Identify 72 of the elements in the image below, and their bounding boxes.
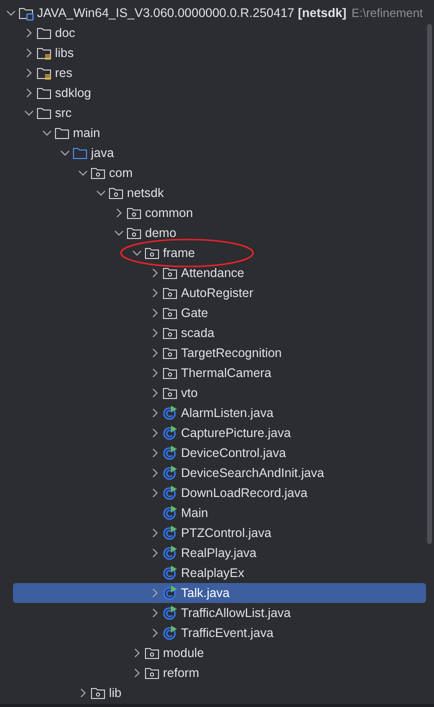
- tree-item[interactable]: JAVA_Win64_IS_V3.060.0000000.0.R.250417 [netsdk] E:\refinement: [0, 3, 434, 23]
- scrollbar[interactable]: [427, 24, 432, 544]
- class-icon: [162, 445, 178, 461]
- tree-item[interactable]: Talk.java: [13, 583, 426, 603]
- package-icon: [162, 265, 178, 281]
- package-icon: [162, 365, 178, 381]
- tree-item[interactable]: Main: [0, 503, 426, 523]
- tree-item[interactable]: module: [0, 643, 426, 663]
- package-icon: [126, 205, 142, 221]
- class-icon: [162, 565, 178, 581]
- tree-item[interactable]: RealPlay.java: [0, 543, 426, 563]
- package-icon: [162, 285, 178, 301]
- tree-item[interactable]: DeviceControl.java: [0, 443, 426, 463]
- tree-item[interactable]: AutoRegister: [0, 283, 426, 303]
- class-icon: [162, 525, 178, 541]
- class-icon: [162, 505, 178, 521]
- tree-item[interactable]: Gate: [0, 303, 426, 323]
- tree-item[interactable]: AlarmListen.java: [0, 403, 426, 423]
- package-icon: [162, 325, 178, 341]
- tree-item[interactable]: common: [0, 203, 426, 223]
- source-folder-icon: [72, 145, 88, 161]
- tree-item[interactable]: main: [0, 123, 426, 143]
- tree-item[interactable]: TrafficEvent.java: [0, 623, 426, 643]
- class-icon: [162, 405, 178, 421]
- package-icon: [126, 225, 142, 241]
- tree-item[interactable]: RealplayEx: [0, 563, 426, 583]
- package-icon: [144, 245, 160, 261]
- folder-icon: [54, 125, 70, 141]
- tree-item[interactable]: TrafficAllowList.java: [0, 603, 426, 623]
- path-label: E:\refinement: [351, 5, 423, 22]
- class-icon: [162, 585, 178, 601]
- class-icon: [162, 425, 178, 441]
- tree-item[interactable]: DeviceSearchAndInit.java: [0, 463, 426, 483]
- tree-item[interactable]: scada: [0, 323, 426, 343]
- tree-item[interactable]: doc: [0, 23, 426, 43]
- resource-folder-icon: [36, 65, 52, 81]
- class-icon: [162, 625, 178, 641]
- package-icon: [162, 305, 178, 321]
- package-icon: [162, 385, 178, 401]
- project-folder-icon: [18, 5, 34, 21]
- tree-item[interactable]: vto: [0, 383, 426, 403]
- resource-folder-icon: [36, 45, 52, 61]
- tree-item[interactable]: res: [0, 63, 426, 83]
- folder-icon: [36, 25, 52, 41]
- tree-item[interactable]: lib: [0, 683, 426, 703]
- tree-item[interactable]: DownLoadRecord.java: [0, 483, 426, 503]
- package-icon: [144, 645, 160, 661]
- package-icon: [144, 665, 160, 681]
- package-icon: [108, 185, 124, 201]
- class-icon: [162, 485, 178, 501]
- tree-item[interactable]: ThermalCamera: [0, 363, 426, 383]
- class-icon: [162, 545, 178, 561]
- folder-icon: [36, 105, 52, 121]
- tree-item[interactable]: PTZControl.java: [0, 523, 426, 543]
- class-icon: [162, 465, 178, 481]
- folder-icon: [36, 85, 52, 101]
- tree-item[interactable]: libs: [0, 43, 426, 63]
- class-icon: [162, 605, 178, 621]
- tree-item[interactable]: Attendance: [0, 263, 426, 283]
- tree-item[interactable]: com: [0, 163, 426, 183]
- package-icon: [90, 685, 106, 701]
- tree-item[interactable]: src: [0, 103, 426, 123]
- tree-item[interactable]: netsdk: [0, 183, 426, 203]
- tree-item[interactable]: java: [0, 143, 426, 163]
- package-icon: [90, 165, 106, 181]
- package-icon: [162, 345, 178, 361]
- tree-item[interactable]: sdklog: [0, 83, 426, 103]
- tree-item[interactable]: TargetRecognition: [0, 343, 426, 363]
- tree-item[interactable]: CapturePicture.java: [0, 423, 426, 443]
- tree-item[interactable]: demo: [0, 223, 426, 243]
- tree-item[interactable]: reform: [0, 663, 426, 683]
- tree-item[interactable]: frame: [0, 243, 426, 263]
